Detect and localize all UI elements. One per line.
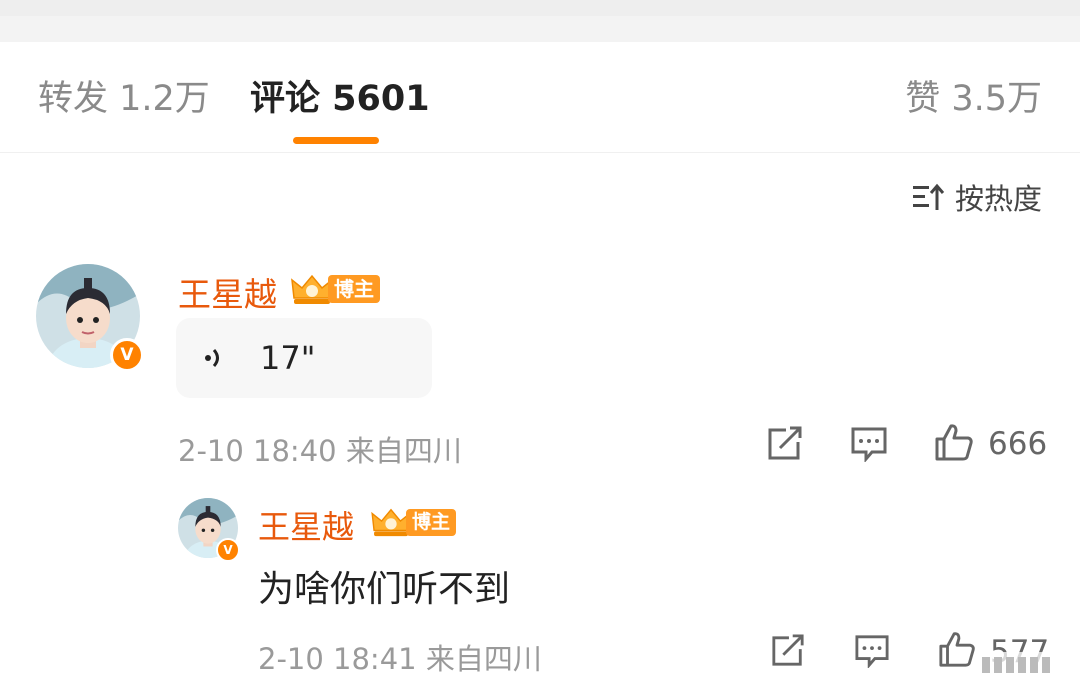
voice-message[interactable]: 17" bbox=[176, 318, 432, 398]
reply-verified-icon: V bbox=[216, 538, 240, 562]
reply-username[interactable]: 王星越 bbox=[258, 502, 354, 548]
verified-icon: V bbox=[110, 338, 144, 372]
tab-repost[interactable]: 转发 1.2万 bbox=[38, 78, 210, 120]
sort-by-popularity-button[interactable]: 按热度 bbox=[912, 176, 1042, 218]
sort-icon bbox=[912, 183, 945, 210]
comment-icon[interactable] bbox=[850, 426, 888, 462]
reply-avatar[interactable]: V bbox=[178, 498, 240, 562]
tab-comments[interactable]: 评论 5601 bbox=[250, 78, 430, 120]
comment-meta: 2-10 18:40 来自四川 bbox=[178, 434, 462, 468]
voice-wave-icon bbox=[205, 349, 219, 367]
active-tab-indicator bbox=[293, 137, 379, 144]
top-divider bbox=[0, 0, 1080, 42]
avatar[interactable]: V bbox=[36, 264, 144, 372]
like-icon[interactable] bbox=[934, 422, 974, 462]
sort-label: 按热度 bbox=[954, 182, 1042, 216]
reply-text: 为啥你们听不到 bbox=[258, 569, 511, 610]
watermark-logo bbox=[976, 652, 1056, 678]
repost-icon[interactable] bbox=[766, 426, 804, 462]
username[interactable]: 王星越 bbox=[178, 268, 277, 316]
tab-likes[interactable]: 赞 3.5万 bbox=[905, 78, 1042, 120]
voice-duration: 17" bbox=[260, 339, 316, 377]
blogger-badge: 博主 bbox=[290, 272, 380, 306]
reply-like-icon[interactable] bbox=[938, 630, 976, 668]
blogger-badge-label: 博主 bbox=[328, 275, 380, 303]
reply-comment-icon[interactable] bbox=[854, 634, 890, 668]
reply-repost-icon[interactable] bbox=[770, 634, 806, 668]
like-count: 666 bbox=[988, 426, 1048, 462]
reply-blogger-badge-label: 博主 bbox=[406, 508, 457, 536]
tab-bar: 转发 1.2万 评论 5601 赞 3.5万 bbox=[0, 42, 1080, 153]
reply-blogger-badge: 博主 bbox=[370, 506, 457, 538]
reply-meta: 2-10 18:41 来自四川 bbox=[258, 642, 542, 676]
